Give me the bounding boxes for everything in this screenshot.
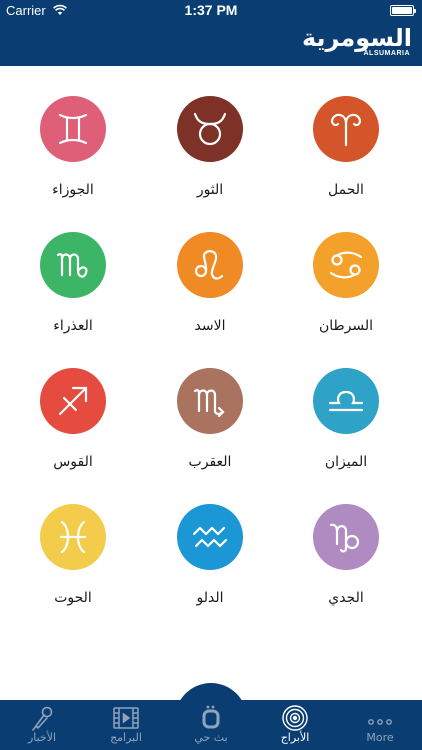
zodiac-label: الدلو xyxy=(196,590,224,606)
live-logo-icon xyxy=(202,705,220,729)
leo-icon xyxy=(194,250,224,280)
libra-icon xyxy=(328,390,364,412)
zodiac-label: الميزان xyxy=(324,454,368,470)
pisces-icon xyxy=(59,520,87,554)
zodiac-aries[interactable]: الحمل xyxy=(291,96,401,226)
scorpio-circle xyxy=(177,368,243,434)
zodiac-label: العذراء xyxy=(53,318,93,334)
zodiac-label: العقرب xyxy=(188,454,232,470)
tab-programs[interactable]: البرامج xyxy=(84,700,168,750)
zodiac-label: الحمل xyxy=(328,182,364,198)
zodiac-label: السرطان xyxy=(318,318,374,334)
tab-horoscopes[interactable]: الأبراج xyxy=(253,700,337,750)
tab-label: الأخبار xyxy=(27,731,57,744)
header-bar: Carrier 1:37 PM السومرية ALSUMARIA xyxy=(0,0,422,66)
zodiac-pisces[interactable]: الحوت xyxy=(18,504,128,634)
aquarius-circle xyxy=(177,504,243,570)
app-screen: Carrier 1:37 PM السومرية ALSUMARIA الحمل… xyxy=(0,0,422,750)
aquarius-icon xyxy=(192,526,228,548)
alsumaria-logo: السومرية ALSUMARIA xyxy=(292,24,412,62)
sagittarius-circle xyxy=(40,368,106,434)
tab-live[interactable]: بث حي xyxy=(169,700,253,750)
microphone-icon xyxy=(32,706,53,731)
capricorn-circle xyxy=(313,504,379,570)
zodiac-label: القوس xyxy=(53,454,93,470)
gemini-circle xyxy=(40,96,106,162)
libra-circle xyxy=(313,368,379,434)
more-dots-icon xyxy=(368,719,392,725)
battery-icon xyxy=(390,5,416,16)
virgo-icon xyxy=(56,253,88,278)
zodiac-label: الثور xyxy=(196,182,224,198)
leo-circle xyxy=(177,232,243,298)
zodiac-label: الجوزاء xyxy=(52,182,94,198)
taurus-icon xyxy=(193,112,227,146)
cancer-circle xyxy=(313,232,379,298)
zodiac-cancer[interactable]: السرطان xyxy=(291,232,401,362)
sagittarius-icon xyxy=(58,386,88,416)
tab-label: بث حي xyxy=(194,731,228,744)
tab-label: More xyxy=(366,731,394,744)
zodiac-label: الاسد xyxy=(194,318,226,334)
aries-icon xyxy=(330,113,362,147)
aries-circle xyxy=(313,96,379,162)
tab-news[interactable]: الأخبار xyxy=(0,700,84,750)
status-time: 1:37 PM xyxy=(184,2,238,18)
tab-label: الأبراج xyxy=(280,731,310,744)
taurus-circle xyxy=(177,96,243,162)
virgo-circle xyxy=(40,232,106,298)
zodiac-label: الحوت xyxy=(54,590,92,606)
zodiac-label: الجدي xyxy=(328,590,364,606)
scorpio-icon xyxy=(193,389,225,418)
zodiac-libra[interactable]: الميزان xyxy=(291,368,401,498)
tab-more[interactable]: More xyxy=(338,700,422,750)
film-icon xyxy=(113,707,139,729)
zodiac-scorpio[interactable]: العقرب xyxy=(155,368,265,498)
zodiac-gemini[interactable]: الجوزاء xyxy=(18,96,128,226)
zodiac-aquarius[interactable]: الدلو xyxy=(155,504,265,634)
gemini-icon xyxy=(58,113,88,145)
zodiac-capricorn[interactable]: الجدي xyxy=(291,504,401,634)
status-bar: Carrier 1:37 PM xyxy=(0,0,422,22)
zodiac-leo[interactable]: الاسد xyxy=(155,232,265,362)
tab-label: البرامج xyxy=(110,731,142,744)
zodiac-taurus[interactable]: الثور xyxy=(155,96,265,226)
battery-level xyxy=(392,7,412,14)
zodiac-wheel-icon xyxy=(282,705,308,731)
pisces-circle xyxy=(40,504,106,570)
logo-arabic-text: السومرية xyxy=(301,24,412,52)
zodiac-virgo[interactable]: العذراء xyxy=(18,232,128,362)
cancer-icon xyxy=(329,251,363,279)
zodiac-sagittarius[interactable]: القوس xyxy=(18,368,128,498)
capricorn-icon xyxy=(329,523,360,553)
zodiac-grid: الحمل الثور الجوزاء السرطان الاسد العذرا… xyxy=(0,66,422,700)
